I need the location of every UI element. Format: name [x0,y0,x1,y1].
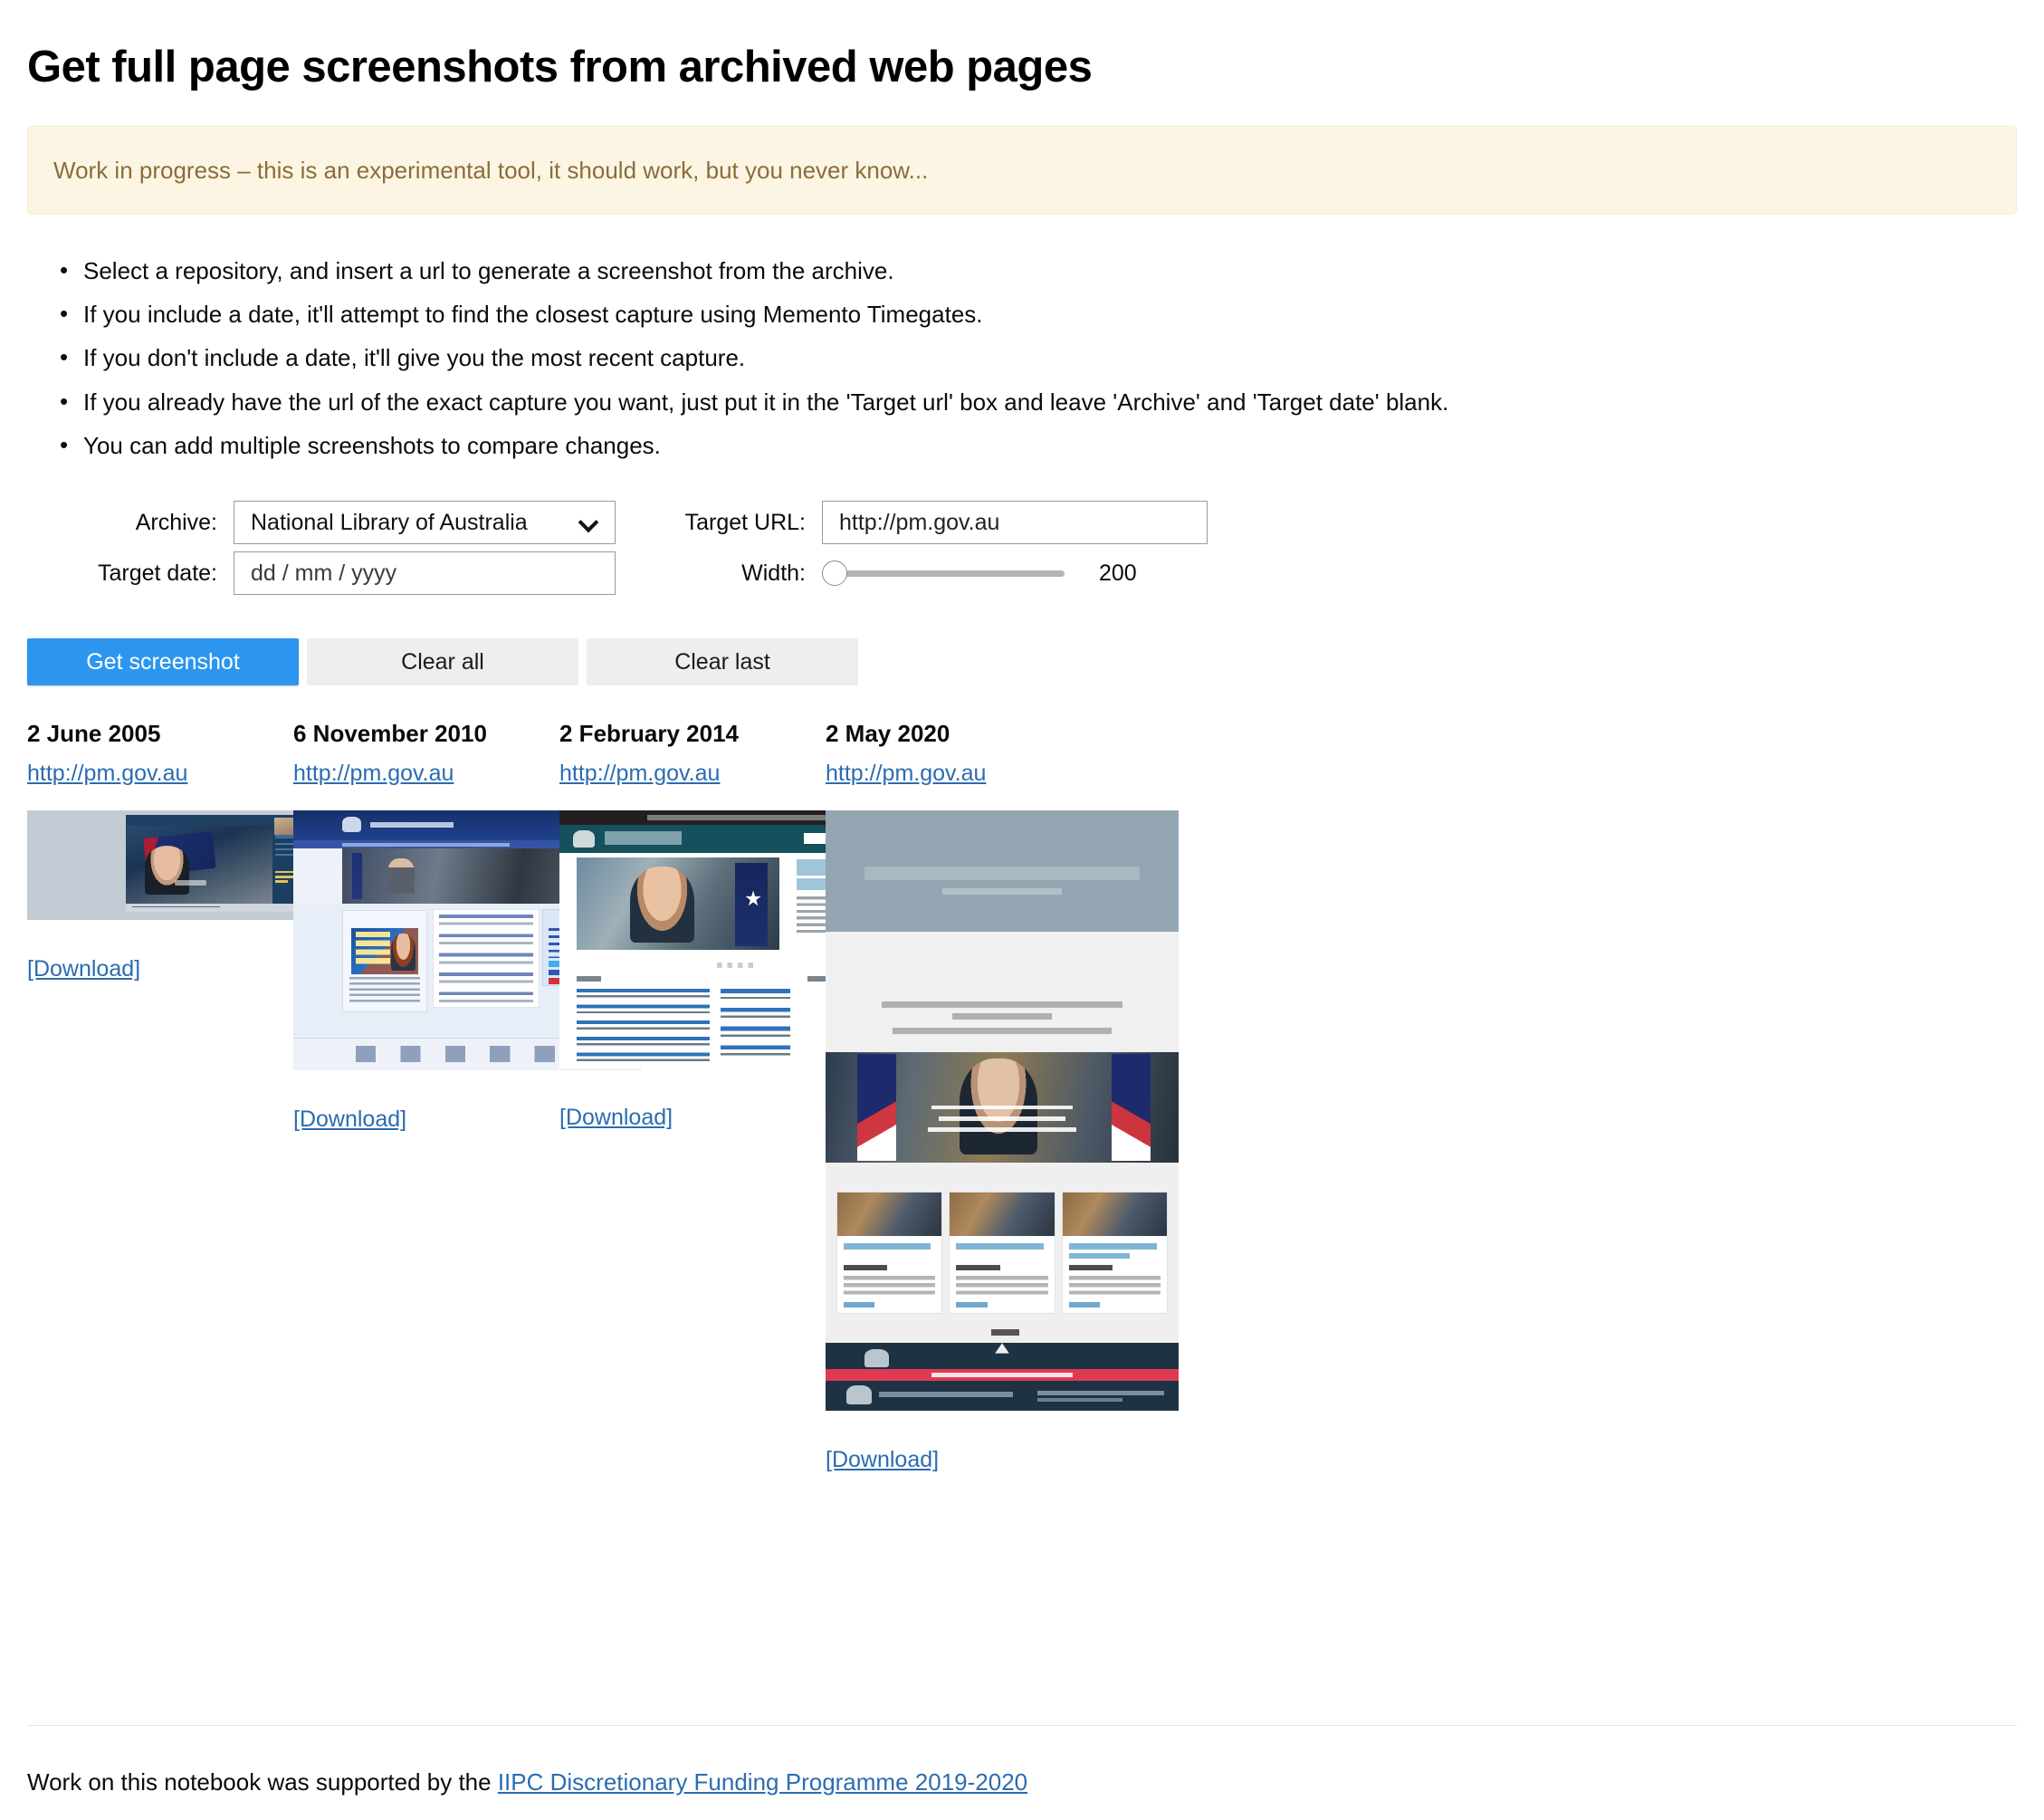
capture-date: 2 May 2020 [826,720,950,748]
iipc-funding-link[interactable]: IIPC Discretionary Funding Programme 201… [498,1768,1027,1796]
footer-divider [27,1725,2017,1726]
download-link[interactable]: [Download] [826,1447,1213,1473]
clear-all-button[interactable]: Clear all [307,638,578,686]
capture-url-link[interactable]: http://pm.gov.au [826,761,1213,787]
instruction-item: If you don't include a date, it'll give … [60,342,2017,373]
instruction-item: You can add multiple screenshots to comp… [60,430,2017,461]
clear-last-button[interactable]: Clear last [587,638,858,686]
screenshot-form: Archive: National Library of Australia T… [27,501,2017,596]
page-container: Get full page screenshots from archived … [0,0,2044,1820]
target-date-label: Target date: [97,560,217,586]
archive-select-value: National Library of Australia [251,509,528,535]
result-column: 2 May 2020 http://pm.gov.au [Download] [826,720,1213,1473]
target-url-value: http://pm.gov.au [839,509,1000,535]
instruction-item: Select a repository, and insert a url to… [60,255,2017,286]
page-title: Get full page screenshots from archived … [27,43,1093,91]
target-date-input[interactable]: dd / mm / yyyy [234,551,616,596]
form-row-date-width: Target date: dd / mm / yyyy Width: 200 [81,551,2017,596]
screenshot-thumbnail[interactable] [826,810,1179,1412]
results-grid: 2 June 2005 http://pm.gov.au [Download] … [27,720,2017,1625]
get-screenshot-button[interactable]: Get screenshot [27,638,299,686]
instructions-list: Select a repository, and insert a url to… [27,255,2017,461]
form-row-archive: Archive: National Library of Australia T… [81,501,2017,545]
slider-thumb[interactable] [822,560,847,587]
alert-text: Work in progress – this is an experiment… [53,156,929,184]
action-buttons: Get screenshot Clear all Clear last [27,638,2017,686]
footer-note-text: Work on this notebook was supported by t… [27,1768,498,1796]
archive-select[interactable]: National Library of Australia [234,501,616,545]
instruction-item: If you include a date, it'll attempt to … [60,299,2017,330]
thumbnail-image-2020 [826,810,1179,1412]
archive-label: Archive: [135,509,217,535]
width-value: 200 [1099,560,1137,586]
instruction-item: If you already have the url of the exact… [60,387,2017,417]
width-slider-wrap: 200 [822,551,1137,595]
width-label: Width: [741,560,806,586]
width-slider[interactable] [822,560,1065,587]
footer-note: Work on this notebook was supported by t… [27,1768,1027,1796]
work-in-progress-alert: Work in progress – this is an experiment… [27,125,2017,215]
slider-track [835,570,1065,577]
target-url-label: Target URL: [684,509,806,535]
target-url-input[interactable]: http://pm.gov.au [822,501,1208,545]
chevron-down-icon [580,513,598,532]
target-date-placeholder: dd / mm / yyyy [251,560,397,586]
